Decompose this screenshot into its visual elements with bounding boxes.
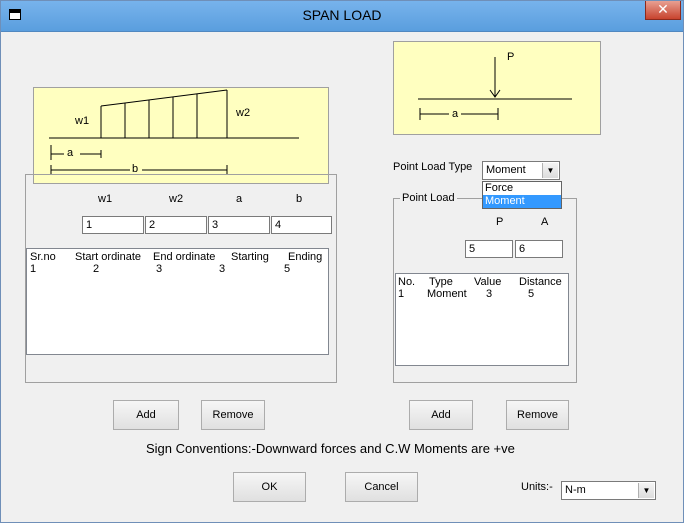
udl-label-a: a bbox=[67, 147, 74, 159]
udl-col-ending: Ending bbox=[288, 251, 323, 263]
close-button[interactable]: ✕ bbox=[645, 1, 681, 20]
point-cell-distance: 5 bbox=[528, 288, 535, 300]
point-cell-value: 3 bbox=[486, 288, 493, 300]
udl-list[interactable]: Sr.no Start ordinate End ordinate Starti… bbox=[26, 248, 329, 355]
udl-add-button[interactable]: Add bbox=[113, 400, 179, 430]
udl-label-w2: w2 bbox=[236, 107, 251, 119]
point-header-p: P bbox=[496, 216, 504, 228]
point-load-type-select[interactable]: Moment ▼ bbox=[482, 161, 560, 180]
point-add-button[interactable]: Add bbox=[409, 400, 473, 430]
udl-header-b: b bbox=[296, 193, 303, 205]
units-label: Units:- bbox=[521, 481, 553, 493]
udl-cell-srno: 1 bbox=[30, 263, 37, 275]
b-input[interactable]: 4 bbox=[271, 216, 332, 234]
point-load-group-title: Point Load bbox=[400, 192, 457, 204]
ok-button[interactable]: OK bbox=[233, 472, 306, 502]
point-col-no: No. bbox=[398, 276, 416, 288]
udl-col-starting: Starting bbox=[231, 251, 269, 263]
p-input[interactable]: 5 bbox=[465, 240, 513, 258]
a-distance-input[interactable]: 6 bbox=[515, 240, 563, 258]
udl-header-w1: w1 bbox=[98, 193, 113, 205]
point-label-p: P bbox=[507, 51, 515, 63]
udl-diagram-drawing bbox=[49, 89, 299, 175]
udl-cell-ending: 5 bbox=[284, 263, 291, 275]
cancel-button[interactable]: Cancel bbox=[345, 472, 418, 502]
w1-input[interactable]: 1 bbox=[82, 216, 144, 234]
udl-remove-button[interactable]: Remove bbox=[201, 400, 265, 430]
udl-header-a: a bbox=[236, 193, 243, 205]
dropdown-option-force[interactable]: Force bbox=[483, 182, 561, 195]
point-load-type-value: Moment bbox=[486, 164, 526, 176]
units-select[interactable]: N-m ▼ bbox=[561, 481, 656, 500]
point-cell-no: 1 bbox=[398, 288, 405, 300]
point-remove-button[interactable]: Remove bbox=[506, 400, 569, 430]
udl-cell-start: 2 bbox=[93, 263, 100, 275]
chevron-down-icon[interactable]: ▼ bbox=[542, 163, 558, 178]
chevron-down-icon[interactable]: ▼ bbox=[638, 483, 654, 498]
point-load-diagram: P a bbox=[393, 41, 601, 135]
point-col-value: Value bbox=[474, 276, 502, 288]
udl-col-end-ordinate: End ordinate bbox=[153, 251, 216, 263]
udl-header-w2: w2 bbox=[169, 193, 184, 205]
udl-col-srno: Sr.no bbox=[30, 251, 56, 263]
udl-label-w1: w1 bbox=[75, 115, 90, 127]
point-load-type-label: Point Load Type bbox=[393, 161, 473, 173]
point-col-distance: Distance bbox=[519, 276, 562, 288]
units-value: N-m bbox=[565, 484, 586, 496]
window-title: SPAN LOAD bbox=[302, 7, 382, 23]
point-label-a: a bbox=[452, 108, 459, 120]
udl-col-start-ordinate: Start ordinate bbox=[75, 251, 142, 263]
udl-diagram: w1 w2 a b bbox=[33, 87, 329, 184]
w2-input[interactable]: 2 bbox=[145, 216, 207, 234]
udl-cell-end: 3 bbox=[156, 263, 163, 275]
point-load-drawing bbox=[418, 57, 572, 120]
title-bar: SPAN LOAD ✕ bbox=[1, 1, 683, 32]
udl-cell-starting: 3 bbox=[219, 263, 226, 275]
point-header-a: A bbox=[541, 216, 549, 228]
dropdown-option-moment[interactable]: Moment bbox=[483, 195, 561, 208]
span-load-window: SPAN LOAD ✕ w1 w2 a b w1 w2 a b 1 2 3 4 … bbox=[0, 0, 684, 523]
point-cell-type: Moment bbox=[427, 288, 467, 300]
point-load-type-dropdown[interactable]: Force Moment bbox=[482, 181, 562, 209]
a-input[interactable]: 3 bbox=[208, 216, 270, 234]
point-col-type: Type bbox=[429, 276, 453, 288]
point-load-list[interactable]: No. Type Value Distance 1 Moment 3 5 bbox=[395, 273, 569, 366]
sign-convention-text: Sign Conventions:-Downward forces and C.… bbox=[146, 441, 515, 456]
